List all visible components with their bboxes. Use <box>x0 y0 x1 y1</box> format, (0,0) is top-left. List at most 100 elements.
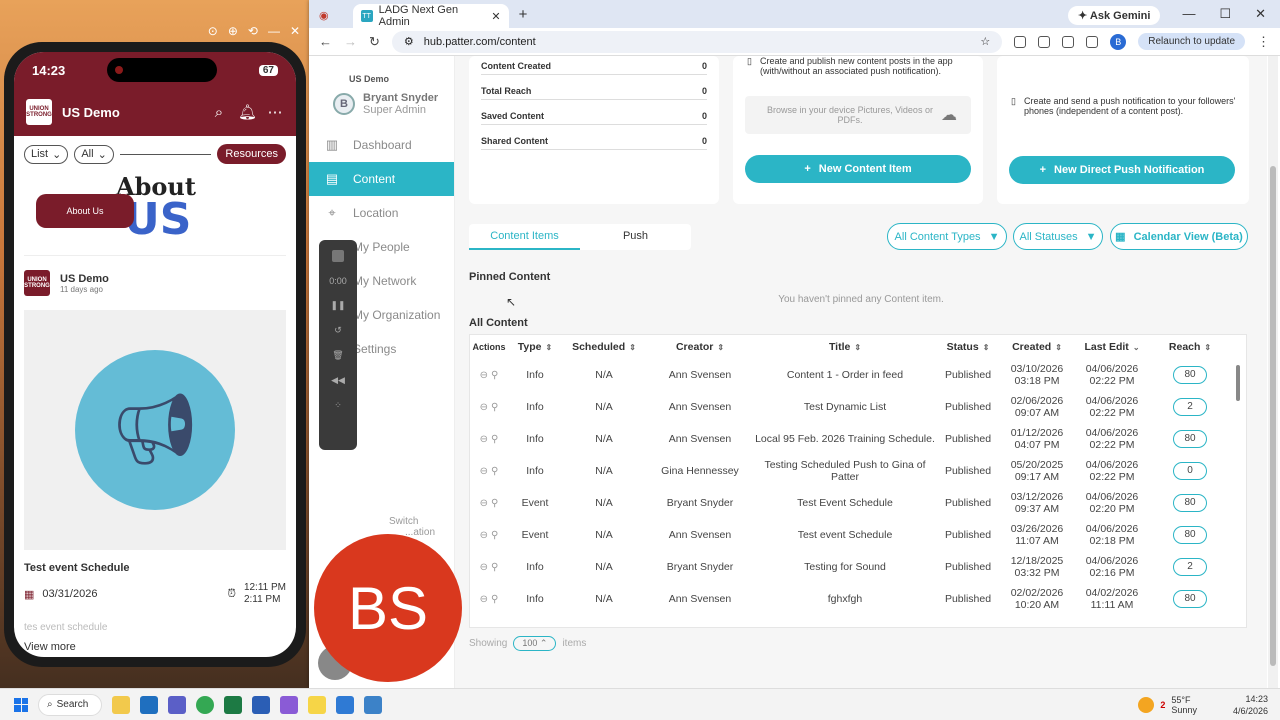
more-actions-icon[interactable]: ⊖ <box>480 530 488 541</box>
table-row[interactable]: ⊖ ⚲ Info N/A Bryant Snyder Testing for Sound… <box>470 551 1230 583</box>
more-actions-icon[interactable]: ⊖ <box>480 402 488 413</box>
more-actions-icon[interactable]: ⊖ <box>480 594 488 605</box>
cell-title[interactable]: Testing for Sound <box>804 561 886 573</box>
pin-icon[interactable]: ⚲ <box>491 594 498 605</box>
url-input[interactable]: ⚙︎ hub.patter.com/content ☆ <box>391 30 1003 53</box>
col-type[interactable]: Type ⇕ <box>508 335 562 359</box>
cell-reach[interactable]: 80 <box>1173 590 1207 608</box>
more-icon[interactable]: ⋯ <box>266 103 284 121</box>
reload-icon[interactable]: ↻ <box>369 34 380 50</box>
minimize-icon[interactable]: — <box>1182 6 1195 22</box>
word-icon[interactable] <box>252 695 270 714</box>
restart-icon[interactable]: ↺ <box>334 325 342 336</box>
pin-icon[interactable]: ⚲ <box>491 562 498 573</box>
page-scrollbar[interactable] <box>1268 56 1278 688</box>
col-last-edit[interactable]: Last Edit ⌄ <box>1074 335 1150 359</box>
upload-dropzone[interactable]: Browse in your device Pictures, Videos o… <box>745 96 971 134</box>
pin-icon[interactable]: ⚲ <box>491 530 498 541</box>
cell-title[interactable]: Test Dynamic List <box>804 401 886 413</box>
stop-icon[interactable] <box>332 250 344 262</box>
tab-search-icon[interactable] <box>1086 35 1099 48</box>
sidebar-item-location[interactable]: ⌖ Location <box>309 196 454 230</box>
minimize-icon[interactable]: — <box>268 24 280 38</box>
close-icon[interactable]: ✕ <box>290 24 300 38</box>
table-row[interactable]: ⊖ ⚲ Info N/A Ann Svensen Local 95 Feb. 2026 … <box>470 423 1230 455</box>
taskbar-search[interactable]: ⌕ Search <box>38 693 102 716</box>
post-image[interactable]: 📢︎ <box>24 310 286 550</box>
more-actions-icon[interactable]: ⊖ <box>480 370 488 381</box>
cell-reach[interactable]: 80 <box>1173 430 1207 448</box>
cell-title[interactable]: Test event Schedule <box>798 529 893 541</box>
settings-app-icon[interactable] <box>336 695 354 714</box>
more-actions-icon[interactable]: ⊖ <box>480 434 488 445</box>
table-row[interactable]: ⊖ ⚲ Info N/A Ann Svensen Content 1 - Order i… <box>470 359 1230 391</box>
back-icon[interactable]: ← <box>319 34 332 49</box>
statuses-filter[interactable]: All Statuses ▼ <box>1013 223 1103 250</box>
pin-icon[interactable]: ⚲ <box>491 370 498 381</box>
table-row[interactable]: ⊖ ⚲ Info N/A Gina Hennessey Testing Schedule… <box>470 455 1230 487</box>
table-row[interactable]: ⊖ ⚲ Info N/A Ann Svensen fghxfgh Published 02/… <box>470 583 1230 615</box>
tab-content-items[interactable]: Content Items <box>469 224 580 250</box>
calendar-view-button[interactable]: ▦ Calendar View (Beta) <box>1110 223 1248 250</box>
windows-start-icon[interactable] <box>14 697 28 712</box>
bookmark-star-icon[interactable]: ☆ <box>980 35 990 48</box>
cell-title[interactable]: Content 1 - Order in feed <box>787 369 903 381</box>
app-icon[interactable] <box>364 695 382 714</box>
profile-avatar[interactable]: B <box>1110 33 1127 50</box>
tab-close-icon[interactable]: ✕ <box>491 10 500 23</box>
forward-icon[interactable]: → <box>344 34 357 49</box>
new-content-item-button[interactable]: + New Content Item <box>745 155 971 183</box>
col-created[interactable]: Created ⇕ <box>1000 335 1074 359</box>
col-title[interactable]: Title ⇕ <box>754 335 936 359</box>
cell-reach[interactable]: 2 <box>1173 558 1207 576</box>
cell-title[interactable]: Local 95 Feb. 2026 Training Schedule. <box>755 433 935 445</box>
table-row[interactable]: ⊖ ⚲ Event N/A Ann Svensen Test event Schedul… <box>470 519 1230 551</box>
pin-icon[interactable]: ⚲ <box>491 402 498 413</box>
extension-icon[interactable] <box>1038 35 1051 48</box>
cell-title[interactable]: Testing Scheduled Push to Gina of Patter <box>764 459 925 483</box>
col-creator[interactable]: Creator ⇕ <box>646 335 754 359</box>
relaunch-button[interactable]: Relaunch to update <box>1138 33 1245 50</box>
more-actions-icon[interactable]: ⊖ <box>480 466 488 477</box>
new-tab-icon[interactable]: + <box>509 6 538 28</box>
site-info-icon[interactable]: ⚙︎ <box>404 35 414 48</box>
table-row[interactable]: ⊖ ⚲ Info N/A Ann Svensen Test Dynamic List Pu… <box>470 391 1230 423</box>
sticky-notes-icon[interactable] <box>308 695 326 714</box>
cell-title[interactable]: Test Event Schedule <box>797 497 893 509</box>
weather-widget[interactable]: 2 55°F Sunny <box>1138 695 1197 715</box>
grid-icon[interactable]: ⁘ <box>334 400 342 411</box>
chrome-icon[interactable] <box>196 695 214 714</box>
user-card[interactable]: B Bryant Snyder Super Admin <box>309 84 454 116</box>
about-us-card[interactable]: About US About Us <box>24 172 286 256</box>
page-size-select[interactable]: 100 ⌃ <box>513 636 557 651</box>
menu-icon[interactable]: ⋮ <box>1257 34 1270 50</box>
mirror-control-3[interactable]: ⟲ <box>248 24 258 38</box>
excel-icon[interactable] <box>224 695 242 714</box>
sidebar-item-dashboard[interactable]: ▥ Dashboard <box>309 128 454 162</box>
col-status[interactable]: Status ⇕ <box>936 335 1000 359</box>
rewind-icon[interactable]: ◀◀ <box>331 375 345 386</box>
teams-icon[interactable] <box>168 695 186 714</box>
search-icon[interactable]: ⌕ <box>210 104 228 121</box>
table-row[interactable]: ⊖ ⚲ Event N/A Bryant Snyder Test Event Sched… <box>470 487 1230 519</box>
col-scheduled[interactable]: Scheduled ⇕ <box>562 335 646 359</box>
about-us-button[interactable]: About Us <box>36 194 134 228</box>
bell-icon[interactable]: 🔔︎ <box>238 103 257 121</box>
cell-reach[interactable]: 0 <box>1173 462 1207 480</box>
clock[interactable]: 14:23 4/6/2026 <box>1233 693 1268 717</box>
trash-icon[interactable]: 🗑︎ <box>332 350 343 361</box>
pin-icon[interactable]: ⚲ <box>491 434 498 445</box>
cell-reach[interactable]: 80 <box>1173 366 1207 384</box>
ask-gemini-button[interactable]: ✦ Ask Gemini <box>1068 6 1161 25</box>
tab-ladg-admin[interactable]: TT LADG Next Gen Admin ✕ <box>352 4 509 28</box>
more-actions-icon[interactable]: ⊖ <box>480 562 488 573</box>
sidebar-item-content[interactable]: ▤ Content <box>309 162 454 196</box>
cell-reach[interactable]: 2 <box>1173 398 1207 416</box>
extension-icon[interactable] <box>1014 35 1027 48</box>
pin-icon[interactable]: ⚲ <box>491 466 498 477</box>
scroll-thumb[interactable] <box>1270 166 1276 666</box>
mirror-control-1[interactable]: ⊙ <box>208 24 218 38</box>
all-select[interactable]: All ⌄ <box>74 144 114 164</box>
new-push-button[interactable]: + New Direct Push Notification <box>1009 156 1235 184</box>
maximize-icon[interactable]: ☐ <box>1219 6 1231 22</box>
